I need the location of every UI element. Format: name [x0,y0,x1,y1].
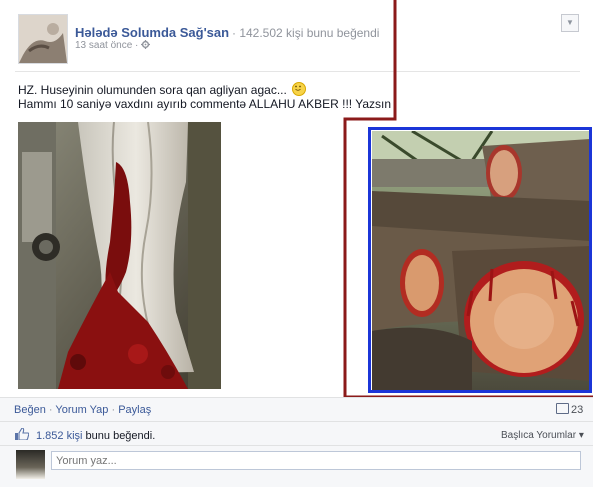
comment-link[interactable]: Yorum Yap [55,404,108,416]
action-separator: · [48,404,53,416]
sort-label: Başlıca Yorumlar [501,430,577,441]
thumbs-up-icon [15,427,30,443]
comment-count[interactable]: 23 [556,403,583,416]
divider [0,445,593,446]
likes-text: bunu beğendi. [85,430,156,442]
comment-bubble-icon [556,403,569,414]
comment-sort-dropdown[interactable]: Başlıca Yorumlar ▾ [501,430,584,441]
like-link[interactable]: Beğen [14,404,46,416]
likers-link[interactable]: 1.852 kişi [36,430,82,442]
chevron-down-icon: ▾ [578,430,584,441]
post-actions: Beğen · Yorum Yap · Paylaş [14,404,151,416]
divider [0,421,593,422]
current-user-avatar [16,450,45,479]
comment-count-value: 23 [571,404,584,416]
comment-input[interactable] [51,451,581,470]
facebook-post: Hələdə Solumda Sağ'san · 142.502 kişi bu… [0,0,593,487]
post-likes-summary: 1.852 kişi bunu beğendi. [36,430,155,442]
blue-annotation-box [368,127,592,393]
action-separator: · [111,404,116,416]
share-link[interactable]: Paylaş [118,404,151,416]
